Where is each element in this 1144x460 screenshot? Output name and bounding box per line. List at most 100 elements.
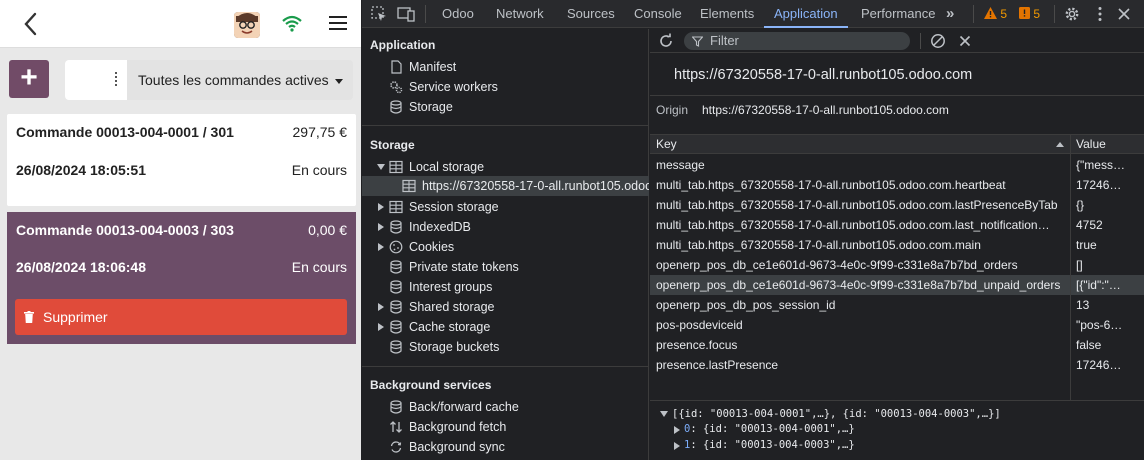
sidebar-item-label: Cookies: [409, 240, 455, 254]
row-key: openerp_pos_db_ce1e601d-9673-4e0c-9f99-c…: [656, 278, 1061, 292]
sidebar-item-label: Background fetch: [409, 420, 507, 434]
sidebar-item-label: Session storage: [409, 200, 499, 214]
tab-sources[interactable]: Sources: [567, 0, 615, 28]
tab-performance[interactable]: Performance: [861, 0, 935, 28]
sidebar-item-local-storage-origin[interactable]: https://67320558-17-0-all.runbot105.odoo: [362, 176, 649, 196]
collapsed-arrow-icon[interactable]: [378, 243, 384, 251]
hamburger-menu-icon[interactable]: [329, 16, 347, 32]
preview-index: 0: [684, 423, 691, 435]
new-order-button[interactable]: +: [9, 60, 49, 98]
sort-ascending-icon: [1056, 142, 1064, 147]
database-icon: [390, 300, 402, 314]
tab-console[interactable]: Console: [634, 0, 682, 28]
devtools-tabbar: Odoo Network Sources Console Elements Ap…: [362, 0, 1144, 28]
more-options-icon[interactable]: [1091, 5, 1109, 23]
database-icon: [390, 100, 402, 114]
row-value: [{"id":"…: [1076, 278, 1121, 292]
sidebar-item-label: Interest groups: [409, 280, 493, 294]
up-down-arrows-icon: [390, 421, 402, 433]
table-grid-icon: [389, 200, 403, 214]
sidebar-item-label: Private state tokens: [409, 260, 519, 274]
column-divider[interactable]: [1070, 135, 1071, 400]
filter-input[interactable]: Filter: [684, 32, 910, 50]
filter-funnel-icon: [692, 36, 703, 47]
back-arrow-icon[interactable]: [20, 11, 42, 37]
sidebar-item-label: Background sync: [409, 440, 505, 454]
origin-row: Origin https://67320558-17-0-all.runbot1…: [650, 95, 1144, 135]
column-header-value[interactable]: Value: [1071, 135, 1144, 154]
order-number: Commande 00013-004-0001 / 301: [16, 124, 234, 140]
sidebar-item-label: Manifest: [409, 60, 457, 74]
row-value: 4752: [1076, 218, 1103, 232]
issues-badge[interactable]: 5: [1019, 5, 1040, 23]
collapsed-arrow-icon[interactable]: [674, 426, 680, 434]
sidebar-item-label: Local storage: [409, 160, 485, 174]
database-icon: [390, 260, 402, 274]
gears-icon: [390, 81, 403, 94]
close-devtools-icon[interactable]: [1115, 5, 1133, 23]
file-icon: [391, 60, 402, 74]
column-header-key[interactable]: Key: [650, 135, 1070, 154]
tab-elements[interactable]: Elements: [700, 0, 754, 28]
order-card[interactable]: Commande 00013-004-0001 / 301 297,75 € 2…: [7, 114, 356, 206]
sidebar-item-label: Cache storage: [409, 320, 491, 334]
refresh-icon[interactable]: [658, 33, 674, 49]
order-state: En cours: [291, 162, 347, 178]
collapsed-arrow-icon[interactable]: [378, 223, 384, 231]
application-sidebar: Application Manifest Service workers Sto…: [362, 29, 649, 460]
device-toolbar-icon[interactable]: [397, 5, 415, 23]
order-filter-dropdown[interactable]: Toutes les commandes actives: [127, 60, 353, 100]
row-value: 17246…: [1076, 178, 1122, 192]
row-value: {}: [1076, 198, 1085, 212]
caret-down-icon: [334, 78, 343, 84]
row-value: false: [1076, 338, 1102, 352]
database-icon: [390, 220, 402, 234]
tab-application[interactable]: Application: [764, 0, 848, 28]
preview-item[interactable]: 1: {id: "00013-004-0003",…}: [684, 439, 855, 451]
pos-header: [0, 0, 361, 48]
row-value: {"mess…: [1076, 158, 1125, 172]
collapsed-arrow-icon[interactable]: [378, 303, 384, 311]
clear-all-icon[interactable]: [930, 33, 946, 49]
errors-count: 5: [1033, 7, 1041, 21]
tab-network[interactable]: Network: [496, 0, 544, 28]
collapsed-arrow-icon[interactable]: [378, 323, 384, 331]
sidebar-item-label: Service workers: [409, 80, 498, 94]
cookie-icon: [389, 240, 403, 254]
value-preview: [{id: "00013-004-0001",…}, {id: "00013-0…: [650, 400, 1144, 460]
delete-selected-icon[interactable]: [958, 34, 972, 48]
settings-gear-icon[interactable]: [1063, 5, 1081, 23]
row-key: presence.focus: [656, 338, 738, 352]
search-input[interactable]: [65, 60, 127, 100]
row-value: 13: [1076, 298, 1090, 312]
preview-item-text: {id: "00013-004-0001",…}: [702, 423, 855, 435]
inspect-element-icon[interactable]: [370, 5, 388, 23]
collapsed-arrow-icon[interactable]: [674, 442, 680, 450]
expanded-arrow-icon[interactable]: [660, 411, 668, 417]
more-tabs-icon[interactable]: »: [946, 0, 954, 28]
filter-placeholder: Filter: [710, 33, 739, 48]
avatar[interactable]: [234, 12, 260, 38]
database-icon: [390, 280, 402, 294]
warning-icon: [984, 7, 997, 19]
storage-view: Filter https://67320558-17-0-all.runbot1…: [650, 29, 1144, 460]
row-value: true: [1076, 238, 1097, 252]
column-header-label: Value: [1076, 137, 1106, 151]
collapsed-arrow-icon[interactable]: [378, 203, 384, 211]
warnings-badge[interactable]: 5: [984, 5, 1007, 23]
order-card-selected[interactable]: Commande 00013-004-0003 / 303 0,00 € 26/…: [7, 212, 356, 344]
delete-order-button[interactable]: Supprimer: [15, 299, 347, 335]
wifi-icon: [282, 15, 302, 32]
row-key: multi_tab.https_67320558-17-0-all.runbot…: [656, 198, 1058, 212]
preview-index: 1: [684, 439, 691, 451]
sidebar-item-label: IndexedDB: [409, 220, 471, 234]
sidebar-item-local-storage[interactable]: Local storage: [376, 157, 636, 177]
warnings-count: 5: [1000, 7, 1008, 21]
tab-odoo[interactable]: Odoo: [442, 0, 474, 28]
storage-origin-title: https://67320558-17-0-all.runbot105.odoo…: [674, 67, 973, 83]
database-icon: [390, 400, 402, 414]
database-icon: [390, 340, 402, 354]
preview-item[interactable]: 0: {id: "00013-004-0001",…}: [684, 423, 855, 435]
section-title-application: Application: [370, 38, 436, 52]
expanded-arrow-icon[interactable]: [377, 164, 385, 170]
